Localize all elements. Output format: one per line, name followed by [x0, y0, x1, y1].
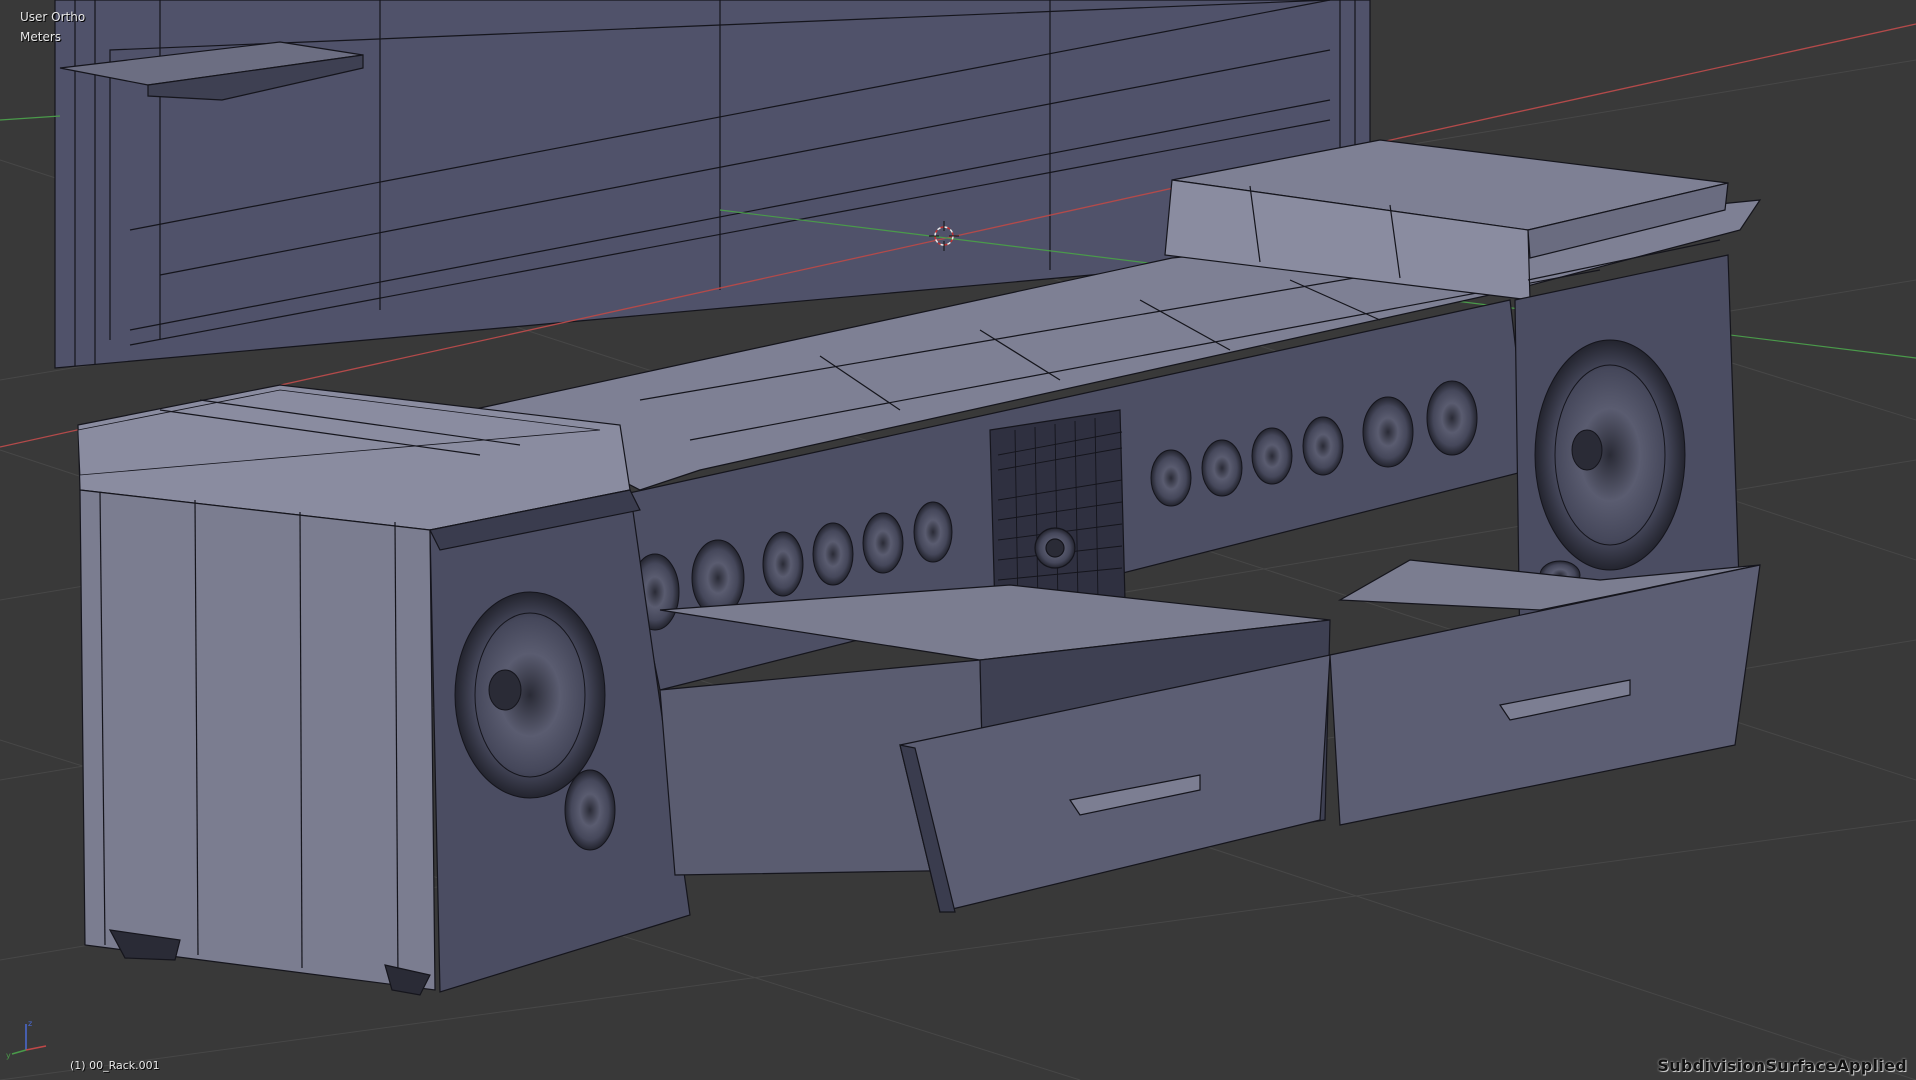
tweeter-icon	[1251, 427, 1293, 485]
tweeter-icon	[1362, 396, 1414, 468]
svg-text:y: y	[6, 1051, 11, 1060]
view-mode-label: User Ortho	[20, 10, 86, 24]
tweeter-icon	[812, 522, 854, 586]
y-axis-line-left	[0, 115, 61, 121]
scene-canvas[interactable]	[0, 0, 1916, 1080]
tweeter-icon	[1150, 449, 1192, 507]
svg-text:z: z	[28, 1019, 32, 1028]
tweeter-icon	[564, 769, 616, 851]
gizmo-x-axis	[25, 1045, 47, 1051]
tweeter-icon	[862, 512, 904, 574]
object-info-label: (1) 00_Rack.001	[70, 1059, 160, 1072]
tweeter-icon	[1426, 380, 1478, 456]
woofer-icon	[1534, 339, 1686, 571]
tweeter-icon	[1201, 439, 1243, 497]
gizmo-y-axis	[11, 1049, 27, 1055]
drawer-right[interactable]	[1329, 559, 1761, 826]
watermark-label: SubdivisionSurfaceApplied	[1657, 1056, 1907, 1075]
tweeter-icon	[1302, 416, 1344, 476]
tweeter-icon	[762, 531, 804, 597]
axis-gizmo-icon: z y	[6, 1019, 47, 1060]
3d-viewport[interactable]: User Ortho Meters (1) 00_Rack.001 Subdiv…	[0, 0, 1916, 1080]
woofer-icon	[454, 591, 606, 799]
units-label: Meters	[20, 30, 62, 44]
tweeter-icon	[913, 501, 953, 563]
